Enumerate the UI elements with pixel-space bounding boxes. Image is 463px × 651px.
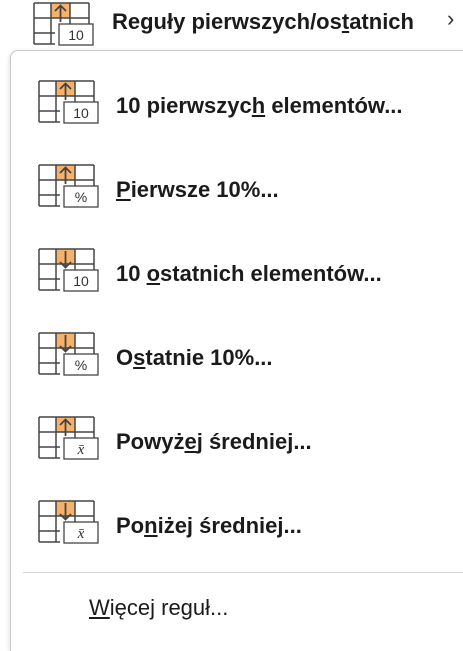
top-10-percent-icon: %: [38, 164, 102, 208]
svg-text:%: %: [75, 189, 87, 205]
chevron-right-icon: ›: [447, 6, 455, 31]
top-bottom-rules-label: Reguły pierwszych/ostatnich: [112, 9, 414, 34]
menu-item-label: Poniżej średniej...: [116, 513, 302, 538]
top-bottom-rules-menu-item[interactable]: 10 Reguły pierwszych/ostatnich ›: [0, 0, 463, 48]
svg-text:x̄: x̄: [77, 526, 85, 542]
menu-item-label: Powyżej średniej...: [116, 429, 312, 454]
svg-text:10: 10: [73, 273, 89, 289]
menu-item-above-average[interactable]: x̄ Powyżej średniej...: [11, 399, 463, 483]
svg-text:10: 10: [73, 105, 89, 121]
menu-item-label: Ostatnie 10%...: [116, 345, 273, 370]
menu-item-label: 10 pierwszych elementów...: [116, 93, 403, 118]
menu-item-label: 10 ostatnich elementów...: [116, 261, 382, 286]
more-rules-menu-item[interactable]: Więcej reguł...: [11, 579, 463, 639]
menu-item-bottom-10-percent[interactable]: % Ostatnie 10%...: [11, 315, 463, 399]
svg-text:%: %: [75, 357, 87, 373]
menu-item-top-10-items[interactable]: 10 10 pierwszych elementów...: [11, 63, 463, 147]
menu-separator: [23, 572, 463, 573]
below-average-icon: x̄: [38, 500, 102, 544]
menu-item-top-10-percent[interactable]: % Pierwsze 10%...: [11, 147, 463, 231]
svg-text:x̄: x̄: [77, 442, 85, 458]
menu-item-bottom-10-items[interactable]: 10 10 ostatnich elementów...: [11, 231, 463, 315]
bottom-10-items-icon: 10: [38, 248, 102, 292]
bottom-10-percent-icon: %: [38, 332, 102, 376]
svg-text:10: 10: [68, 27, 84, 43]
top-10-items-icon: 10: [38, 80, 102, 124]
above-average-icon: x̄: [38, 416, 102, 460]
top-bottom-rules-submenu: 10 10 pierwszych elementów... % Pierwsze…: [10, 50, 463, 651]
more-rules-label: Więcej reguł...: [89, 595, 229, 620]
menu-item-below-average[interactable]: x̄ Poniżej średniej...: [11, 483, 463, 567]
top-10-rules-icon: 10: [33, 2, 97, 46]
menu-item-label: Pierwsze 10%...: [116, 177, 279, 202]
